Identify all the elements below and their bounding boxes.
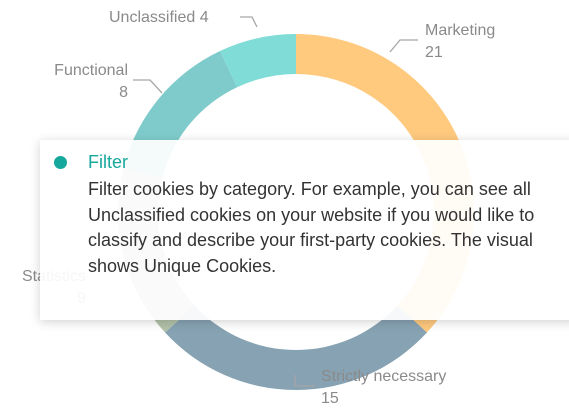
leader-line-unclassified: [240, 16, 258, 28]
label-marketing-name: Marketing: [425, 22, 496, 39]
label-functional: Functional 8: [34, 60, 128, 104]
label-strictly-necessary: Strictly necessary 15: [321, 366, 446, 410]
label-unclassified-value: 4: [199, 9, 209, 26]
leader-line-functional: [133, 79, 163, 94]
label-unclassified: Unclassified 4: [109, 7, 209, 29]
label-marketing: Marketing 21: [425, 20, 495, 64]
label-functional-name: Functional: [54, 62, 128, 79]
label-unclassified-name: Unclassified: [109, 9, 196, 26]
tooltip-body: Filter cookies by category. For example,…: [88, 179, 535, 276]
label-strictly-necessary-value: 15: [321, 390, 339, 407]
label-marketing-value: 21: [425, 44, 443, 61]
tooltip-header: Filter: [54, 151, 569, 173]
tooltip-title: Filter: [88, 151, 128, 172]
status-dot-icon: [54, 155, 67, 169]
cookie-category-chart: Marketing 21 Strictly necessary 15 Stati…: [0, 0, 569, 417]
label-functional-value: 8: [119, 84, 128, 101]
leader-line-marketing: [389, 39, 418, 53]
filter-tooltip: Filter Filter cookies by category. For e…: [40, 140, 569, 320]
label-strictly-necessary-name: Strictly necessary: [321, 368, 447, 385]
